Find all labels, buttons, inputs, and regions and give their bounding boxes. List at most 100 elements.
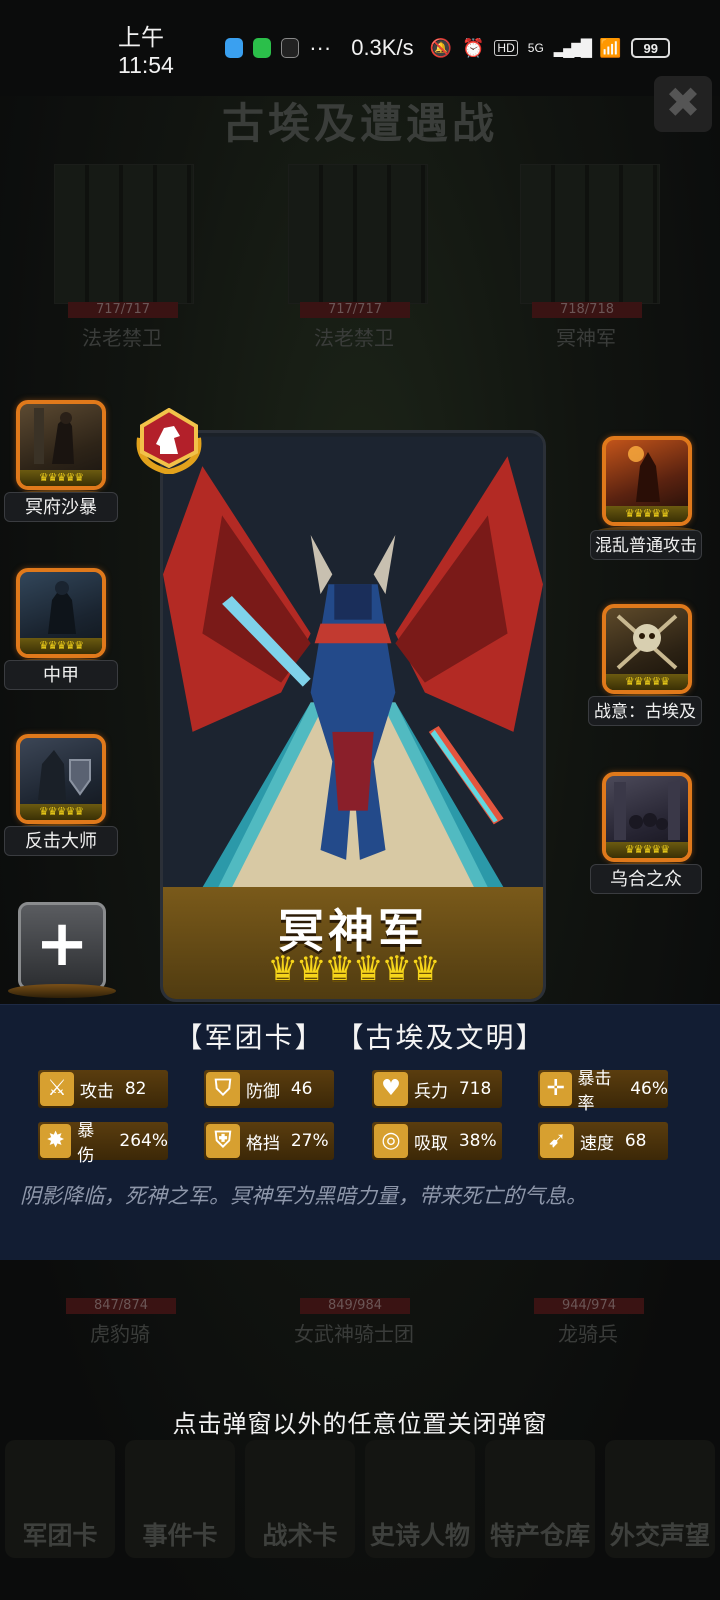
enemy-squad (54, 164, 194, 304)
skill-rank: ♛♛♛♛♛ (606, 674, 688, 690)
squad-name: 龙骑兵 (558, 1322, 618, 1346)
more-notifications-icon: ··· (309, 35, 332, 60)
stat-block: ⛨ 格挡 27% (204, 1122, 334, 1160)
stat-value: 68 (624, 1131, 647, 1151)
stat-value: 46 (290, 1079, 313, 1099)
hd-icon: HD (494, 40, 518, 56)
skill-desert-storm[interactable]: ♛♛♛♛♛ (11, 400, 111, 500)
squad-hp: 717/717 (68, 302, 178, 318)
stat-label: 吸取 (414, 1133, 448, 1154)
stat-value: 46% (630, 1079, 668, 1099)
stat-crit-rate: ✛ 暴击率 46% (538, 1069, 668, 1114)
stat-label: 攻击 (80, 1081, 114, 1102)
stat-value: 27% (290, 1131, 329, 1151)
legion-rank-crowns: ♛♛♛♛♛♛ (267, 949, 441, 989)
stat-defense: ⛉ 防御 46 (204, 1070, 334, 1108)
add-skill-button[interactable]: + (18, 902, 106, 990)
squad-name: 虎豹骑 (90, 1322, 150, 1346)
alarm-icon: ⏰ (462, 37, 485, 58)
wechat-icon (252, 38, 271, 58)
nav-legion-cards: 军团卡 (5, 1440, 115, 1558)
skill-label: 中甲 (4, 660, 118, 690)
desert-warrior-icon: ♛♛♛♛♛ (16, 400, 106, 490)
nav-diplomacy: 外交声望 (605, 1440, 715, 1558)
skill-counter-master[interactable]: ♛♛♛♛♛ (11, 734, 111, 834)
legion-description: 阴影降临，死神之军。冥神军为黑暗力量，带来死亡的气息。 (20, 1184, 587, 1208)
tiktok-icon (280, 38, 300, 58)
nav-specialty-warehouse: 特产仓库 (485, 1440, 595, 1558)
stat-label: 暴击率 (577, 1069, 612, 1114)
stat-value: 38% (458, 1131, 497, 1151)
knight-chess-icon (136, 408, 202, 474)
skill-label: 战意：古埃及 (588, 696, 702, 726)
bottom-nav: 军团卡 事件卡 战术卡 史诗人物 特产仓库 外交声望 (0, 1440, 720, 1572)
close-popup-hint[interactable]: 点击弹窗以外的任意位置关闭弹窗 (0, 1404, 720, 1439)
stat-label: 格挡 (246, 1133, 280, 1154)
battle-title: 古埃及遭遇战 (221, 99, 498, 148)
wifi-icon: 📶 (599, 37, 622, 58)
stat-value: 82 (124, 1079, 147, 1099)
stat-value: 718 (458, 1079, 492, 1099)
burst-icon: ✸ (40, 1124, 72, 1158)
squad-hp: 849/984 (300, 1298, 410, 1314)
status-bar: 上午11:54 ··· 0.3K/s 🔕 ⏰ HD 5G ▂▄▆█ 📶 99 (0, 0, 720, 96)
civilization-tag: 【古埃及文明】 (335, 1021, 546, 1054)
skill-rank: ♛♛♛♛♛ (606, 506, 688, 522)
stat-label: 防御 (246, 1081, 280, 1102)
signal-icon: 5G (527, 41, 544, 55)
app-notification-icon (224, 38, 243, 58)
shield-knight-icon: ♛♛♛♛♛ (16, 734, 106, 824)
stat-troops: ♥ 兵力 718 (372, 1070, 502, 1108)
skill-war-spirit-egypt[interactable]: ♛♛♛♛♛ (597, 604, 697, 704)
nav-event-cards: 事件卡 (125, 1440, 235, 1558)
crosshair-icon: ✛ (540, 1072, 572, 1106)
squad-hp: 718/718 (532, 302, 642, 318)
fire-warrior-icon: ♛♛♛♛♛ (602, 436, 692, 526)
card-type-tag: 【军团卡】 (174, 1021, 325, 1054)
skill-chaotic-attack[interactable]: ♛♛♛♛♛ (597, 436, 697, 536)
stat-speed: ➹ 速度 68 (538, 1122, 668, 1160)
squad-hp: 847/874 (66, 1298, 176, 1314)
card-tags: 【军团卡】 【古埃及文明】 (0, 1016, 720, 1056)
stat-lifesteal: ◎ 吸取 38% (372, 1122, 502, 1160)
skill-rank: ♛♛♛♛♛ (20, 804, 102, 820)
armored-warrior-icon: ♛♛♛♛♛ (16, 568, 106, 658)
absorb-icon: ◎ (374, 1124, 408, 1158)
squad-hp: 944/974 (534, 1298, 644, 1314)
stat-label: 暴伤 (77, 1121, 95, 1166)
heart-icon: ♥ (374, 1072, 408, 1106)
skill-rank: ♛♛♛♛♛ (606, 842, 688, 858)
boot-icon: ➹ (540, 1124, 574, 1158)
stat-label: 兵力 (414, 1081, 448, 1102)
nav-tactic-cards: 战术卡 (245, 1440, 355, 1558)
nav-epic-characters: 史诗人物 (365, 1440, 475, 1558)
skill-rabble[interactable]: ♛♛♛♛♛ (597, 772, 697, 872)
stat-crit-damage: ✸ 暴伤 264% (38, 1121, 168, 1166)
skill-rank: ♛♛♛♛♛ (20, 638, 102, 654)
skill-label: 冥府沙暴 (4, 492, 118, 522)
stat-attack: ⚔ 攻击 82 (38, 1070, 168, 1108)
mute-icon: 🔕 (429, 37, 452, 58)
skill-label: 混乱普通攻击 (590, 530, 702, 560)
squad-name: 女武神骑士团 (294, 1322, 414, 1346)
network-speed: 0.3K/s (351, 35, 414, 60)
squad-hp: 717/717 (300, 302, 410, 318)
enemy-squad (288, 164, 428, 304)
enemy-squad (520, 164, 660, 304)
skill-rank: ♛♛♛♛♛ (20, 470, 102, 486)
stat-label: 速度 (580, 1133, 614, 1154)
block-icon: ⛨ (206, 1124, 240, 1158)
legion-card: 冥神军 ♛♛♛♛♛♛ (160, 430, 546, 1002)
crowd-icon: ♛♛♛♛♛ (602, 772, 692, 862)
squad-name: 法老禁卫 (314, 326, 394, 350)
squad-name: 法老禁卫 (82, 326, 162, 350)
skill-label: 乌合之众 (590, 864, 702, 894)
sword-icon: ⚔ (40, 1072, 74, 1106)
legion-card-art (163, 436, 543, 888)
signal-bars-icon: ▂▄▆█ (553, 40, 592, 57)
skill-label: 反击大师 (4, 826, 118, 856)
status-time: 上午11:54 (118, 23, 174, 78)
squad-name: 冥神军 (556, 326, 616, 350)
skill-medium-armor[interactable]: ♛♛♛♛♛ (11, 568, 111, 668)
add-button-pedestal (8, 984, 116, 998)
